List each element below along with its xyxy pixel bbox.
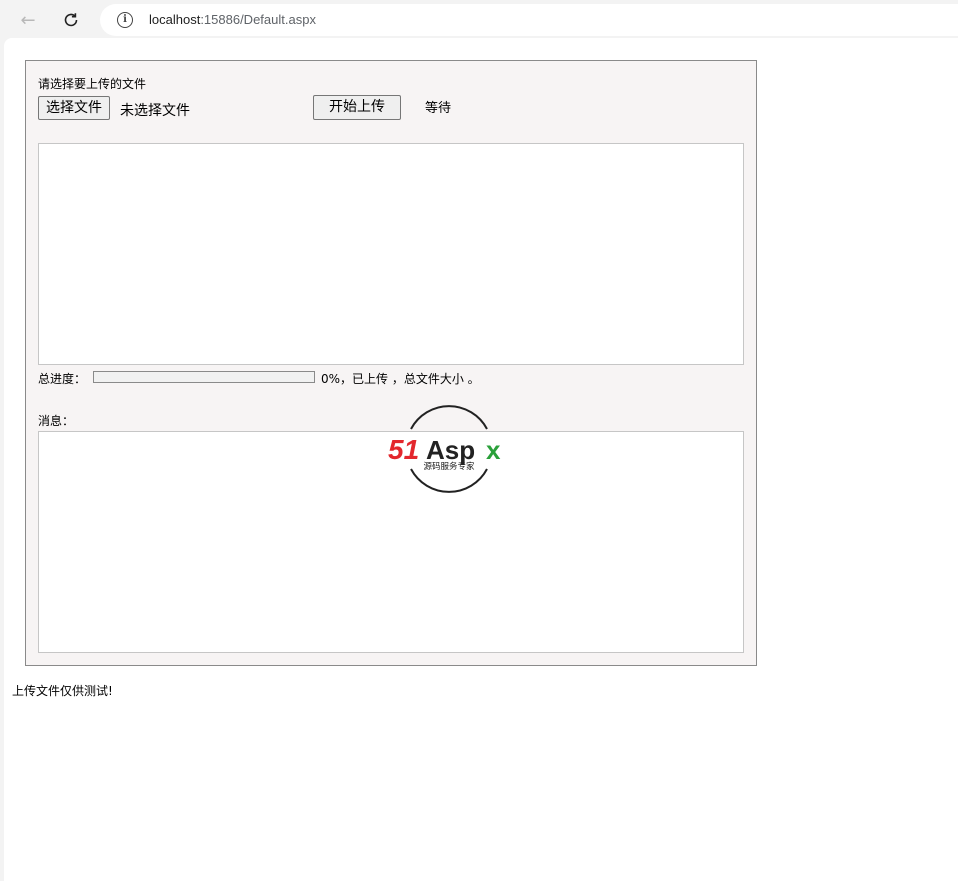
- select-file-prompt: 请选择要上传的文件: [38, 77, 147, 91]
- 51aspx-logo-watermark: 51 Asp x 源码服务专家: [388, 405, 501, 493]
- reload-icon-glyph: [64, 13, 78, 27]
- logo-ring-bottom: [410, 468, 488, 493]
- upload-status-text: 等待: [425, 101, 452, 116]
- logo-text-asp: Asp: [426, 435, 475, 465]
- progress-summary-text: 0%，已上传 ，总文件大小 。: [321, 372, 480, 386]
- back-arrow-icon[interactable]: ←: [15, 7, 41, 33]
- no-file-selected-text: 未选择文件: [120, 103, 190, 119]
- upload-panel: 请选择要上传的文件 选择文件 未选择文件 开始上传 等待 总进度： 0%，已上传…: [25, 60, 757, 666]
- message-label: 消息：: [38, 414, 75, 428]
- url-host: localhost: [149, 12, 201, 27]
- browser-toolbar: ← i localhost:15886/Default.aspx: [0, 0, 958, 38]
- start-upload-button[interactable]: 开始上传: [313, 95, 401, 120]
- logo-text-x: x: [486, 435, 501, 465]
- address-bar[interactable]: i localhost:15886/Default.aspx: [100, 4, 958, 36]
- logo-ring-top: [410, 405, 488, 430]
- url-path: :15886/Default.aspx: [200, 12, 316, 27]
- file-list-box: [38, 143, 744, 365]
- reload-icon[interactable]: [58, 7, 84, 33]
- logo-tagline: 源码服务专家: [423, 461, 475, 472]
- choose-file-button[interactable]: 选择文件: [38, 96, 110, 120]
- site-info-icon[interactable]: i: [117, 12, 133, 28]
- test-only-note: 上传文件仅供测试!: [12, 684, 113, 698]
- total-progress-label: 总进度：: [38, 372, 87, 386]
- url-text[interactable]: localhost:15886/Default.aspx: [149, 12, 316, 27]
- total-progress-bar: [93, 371, 315, 383]
- logo-text-51: 51: [388, 434, 419, 465]
